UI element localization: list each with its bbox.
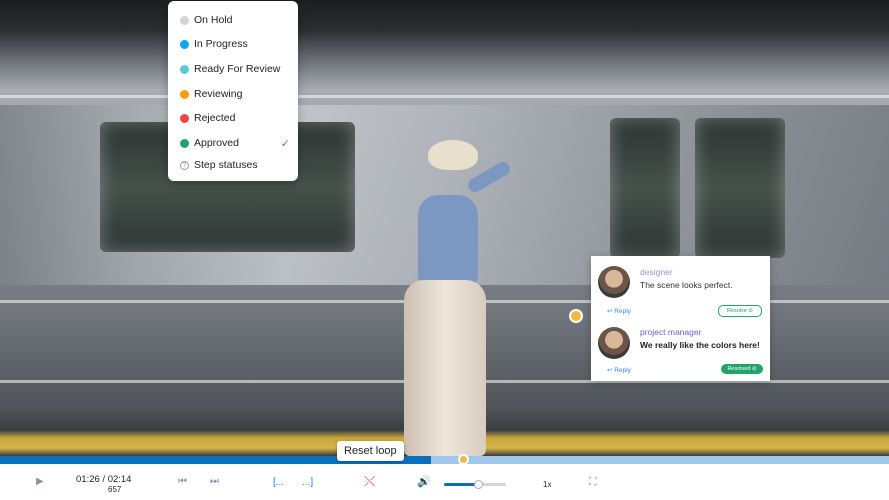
reply-label: Reply (614, 308, 631, 315)
status-label: Ready For Review (194, 63, 281, 75)
resolve-label: Resolved (727, 366, 751, 372)
step-statuses-label: Step statuses (194, 159, 258, 171)
status-dot-icon (180, 138, 189, 148)
video-frame[interactable] (0, 0, 889, 456)
comment-thread: designer The scene looks perfect. ↩ Repl… (591, 256, 770, 381)
train-stripe (0, 95, 889, 98)
volume-icon[interactable]: 🔊 (417, 475, 431, 488)
status-reviewing[interactable]: Reviewing (180, 86, 290, 102)
reply-button[interactable]: ↩ Reply (607, 366, 631, 374)
status-in-progress[interactable]: In Progress (180, 36, 290, 52)
status-label: On Hold (194, 14, 233, 26)
reply-label: Reply (614, 367, 631, 374)
time-display: 01:26 / 02:14 (76, 474, 132, 485)
status-label: In Progress (194, 38, 248, 50)
player-controls: ▶ 01:26 / 02:14 657 ⏮ ⏭ [... ...] ⤬ 🔊 1x… (0, 464, 889, 500)
status-dot-icon (180, 113, 189, 123)
avatar (598, 266, 630, 298)
resolve-label: Resolve (726, 308, 747, 314)
status-menu: On Hold In Progress Ready For Review Rev… (168, 1, 298, 181)
comment-marker[interactable] (569, 309, 583, 323)
status-label: Rejected (194, 112, 236, 124)
comment-text: We really like the colors here! (640, 340, 760, 350)
fullscreen-icon[interactable]: ⛶ (589, 476, 597, 489)
next-frame-icon[interactable]: ⏭ (210, 476, 219, 487)
comment-text: The scene looks perfect. (640, 280, 733, 290)
reset-loop-tooltip: Reset loop (337, 441, 404, 461)
loop-end-icon[interactable]: ...] (302, 477, 313, 488)
status-dot-icon (180, 15, 189, 25)
reply-icon: ↩ (607, 367, 613, 374)
comment-author: designer (640, 267, 673, 277)
status-label: Reviewing (194, 88, 243, 100)
help-icon: ? (180, 160, 189, 170)
status-on-hold[interactable]: On Hold (180, 12, 290, 28)
status-rejected[interactable]: Rejected (180, 110, 290, 126)
timeline-progress[interactable] (0, 456, 889, 464)
play-icon[interactable]: ▶ (36, 476, 44, 487)
comment-author: project manager (640, 327, 702, 337)
train-window (610, 118, 680, 258)
frame-counter: 657 (108, 485, 122, 494)
check-icon: ✓ (280, 137, 290, 150)
status-dot-icon (180, 89, 189, 99)
woman-figure (388, 140, 513, 456)
train-window (695, 118, 785, 258)
avatar (598, 327, 630, 359)
status-dot-icon (180, 64, 189, 74)
reply-button[interactable]: ↩ Reply (607, 307, 631, 315)
status-ready-for-review[interactable]: Ready For Review (180, 61, 290, 77)
volume-handle[interactable] (474, 480, 483, 489)
resolved-badge[interactable]: Resolved ⊘ (721, 364, 763, 374)
previous-frame-icon[interactable]: ⏮ (178, 476, 187, 487)
reply-icon: ↩ (607, 308, 613, 315)
loop-start-icon[interactable]: [... (273, 477, 284, 488)
resolve-button[interactable]: Resolve ⊘ (718, 305, 762, 317)
reset-loop-icon[interactable]: ⤬ (364, 473, 375, 490)
playback-speed-button[interactable]: 1x (543, 480, 551, 489)
status-approved[interactable]: Approved ✓ (180, 135, 290, 151)
status-dot-icon (180, 39, 189, 49)
status-label: Approved (194, 137, 239, 149)
step-statuses-link[interactable]: ? Step statuses (180, 157, 290, 173)
